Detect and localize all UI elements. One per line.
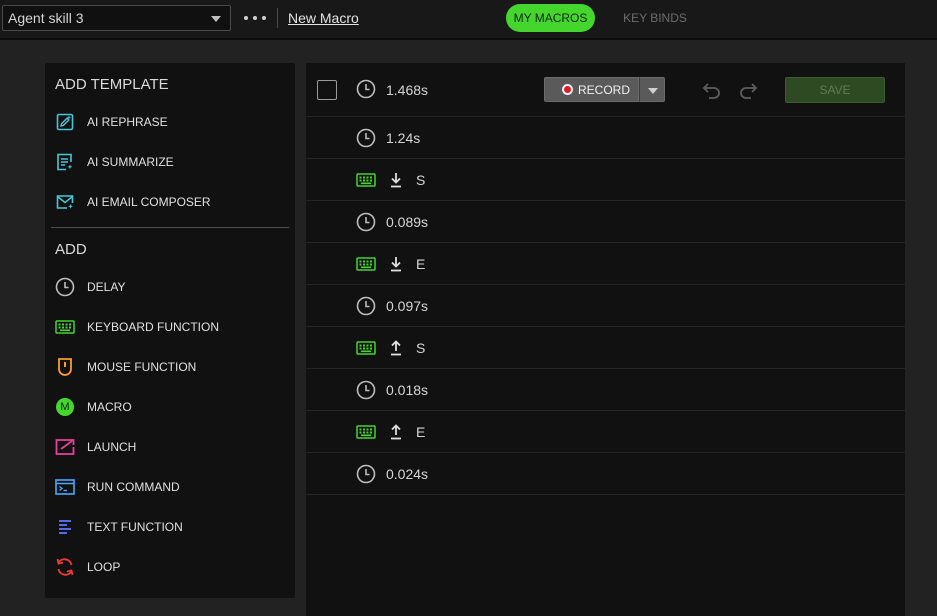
dot-icon <box>253 16 257 20</box>
key-value: S <box>416 340 426 356</box>
dot-icon <box>262 16 266 20</box>
macro-icon: M <box>55 397 75 417</box>
mouse-icon <box>55 357 75 377</box>
add-item-label: LAUNCH <box>87 440 137 454</box>
delay-value: 0.024s <box>386 466 429 482</box>
add-delay[interactable]: DELAY <box>45 272 295 302</box>
divider <box>277 8 278 28</box>
terminal-icon <box>55 477 75 497</box>
template-ai-summarize[interactable]: AI SUMMARIZE <box>45 147 295 177</box>
add-keyboard-function[interactable]: KEYBOARD FUNCTION <box>45 312 295 342</box>
macro-step-row[interactable]: E <box>306 243 905 285</box>
key-up-icon <box>388 422 404 442</box>
new-macro-link[interactable]: New Macro <box>288 10 359 26</box>
profile-select[interactable]: Agent skill 3 <box>2 5 231 31</box>
key-value: E <box>416 424 426 440</box>
text-lines-icon <box>55 517 75 537</box>
ai-rephrase-icon <box>55 112 75 132</box>
macro-step-row[interactable]: 0.024s <box>306 453 905 495</box>
record-label: RECORD <box>578 82 631 97</box>
keyboard-icon <box>356 170 376 190</box>
redo-icon[interactable] <box>736 78 760 102</box>
add-item-label: KEYBOARD FUNCTION <box>87 320 220 334</box>
keyboard-icon <box>55 317 75 337</box>
add-run-command[interactable]: RUN COMMAND <box>45 472 295 502</box>
record-dot-icon <box>562 84 573 95</box>
section-divider <box>51 227 289 228</box>
keyboard-icon <box>356 338 376 358</box>
profile-select-value: Agent skill 3 <box>8 10 84 26</box>
select-all-checkbox[interactable] <box>317 80 337 100</box>
tab-key-binds[interactable]: KEY BINDS <box>614 4 696 32</box>
key-down-icon <box>388 254 404 274</box>
macro-step-row[interactable]: 0.097s <box>306 285 905 327</box>
dot-icon <box>244 16 248 20</box>
add-launch[interactable]: LAUNCH <box>45 432 295 462</box>
clock-icon <box>356 380 376 400</box>
clock-icon <box>55 277 75 297</box>
delay-value: 1.24s <box>386 130 421 146</box>
macro-step-row[interactable]: S <box>306 327 905 369</box>
ai-email-icon <box>55 192 75 212</box>
add-item-label: DELAY <box>87 280 126 294</box>
add-panel: ADD TEMPLATE AI REPHRASE AI SUMMARIZE AI… <box>45 63 295 598</box>
template-label: AI SUMMARIZE <box>87 155 174 169</box>
delay-value: 0.089s <box>386 214 429 230</box>
add-item-label: MACRO <box>87 400 132 414</box>
add-loop[interactable]: LOOP <box>45 552 295 582</box>
launch-icon <box>55 437 75 457</box>
template-ai-email-composer[interactable]: AI EMAIL COMPOSER <box>45 187 295 217</box>
add-template-heading: ADD TEMPLATE <box>55 76 169 93</box>
macro-step-row[interactable]: 0.018s <box>306 369 905 411</box>
clock-icon <box>356 128 376 148</box>
key-value: S <box>416 172 426 188</box>
clock-icon <box>356 296 376 316</box>
add-item-label: LOOP <box>87 560 121 574</box>
macro-step-row[interactable]: 1.24s <box>306 117 905 159</box>
macro-step-row[interactable]: E <box>306 411 905 453</box>
keyboard-icon <box>356 422 376 442</box>
delay-value: 0.018s <box>386 382 429 398</box>
loop-icon <box>55 557 75 577</box>
clock-icon <box>356 212 376 232</box>
add-macro[interactable]: M MACRO <box>45 392 295 422</box>
chevron-down-icon <box>211 16 221 22</box>
ai-summarize-icon <box>55 152 75 172</box>
key-down-icon <box>388 170 404 190</box>
more-options-button[interactable] <box>244 8 266 28</box>
macro-editor: 1.468s RECORD SAVE 1.24s S 0.089s E 0.09… <box>306 63 905 616</box>
keyboard-icon <box>356 254 376 274</box>
add-heading: ADD <box>55 241 87 258</box>
add-mouse-function[interactable]: MOUSE FUNCTION <box>45 352 295 382</box>
add-text-function[interactable]: TEXT FUNCTION <box>45 512 295 542</box>
delay-value: 1.468s <box>386 82 429 98</box>
template-label: AI REPHRASE <box>87 115 168 129</box>
clock-icon <box>356 464 376 484</box>
macro-step-row[interactable]: S <box>306 159 905 201</box>
save-button[interactable]: SAVE <box>785 77 885 103</box>
macro-step-row[interactable]: 1.468s RECORD SAVE <box>306 63 905 117</box>
macro-step-row[interactable]: 0.089s <box>306 201 905 243</box>
add-item-label: RUN COMMAND <box>87 480 180 494</box>
add-item-label: MOUSE FUNCTION <box>87 360 197 374</box>
delay-value: 0.097s <box>386 298 429 314</box>
template-label: AI EMAIL COMPOSER <box>87 195 211 209</box>
template-ai-rephrase[interactable]: AI REPHRASE <box>45 107 295 137</box>
clock-icon <box>356 79 376 99</box>
top-bar: Agent skill 3 New Macro MY MACROS KEY BI… <box>0 0 937 40</box>
undo-icon[interactable] <box>700 78 724 102</box>
key-value: E <box>416 256 426 272</box>
tab-my-macros[interactable]: MY MACROS <box>506 4 595 32</box>
key-up-icon <box>388 338 404 358</box>
record-button[interactable]: RECORD <box>544 77 639 102</box>
record-options-dropdown[interactable] <box>639 77 665 102</box>
add-item-label: TEXT FUNCTION <box>87 520 183 534</box>
macro-glyph: M <box>56 398 74 416</box>
